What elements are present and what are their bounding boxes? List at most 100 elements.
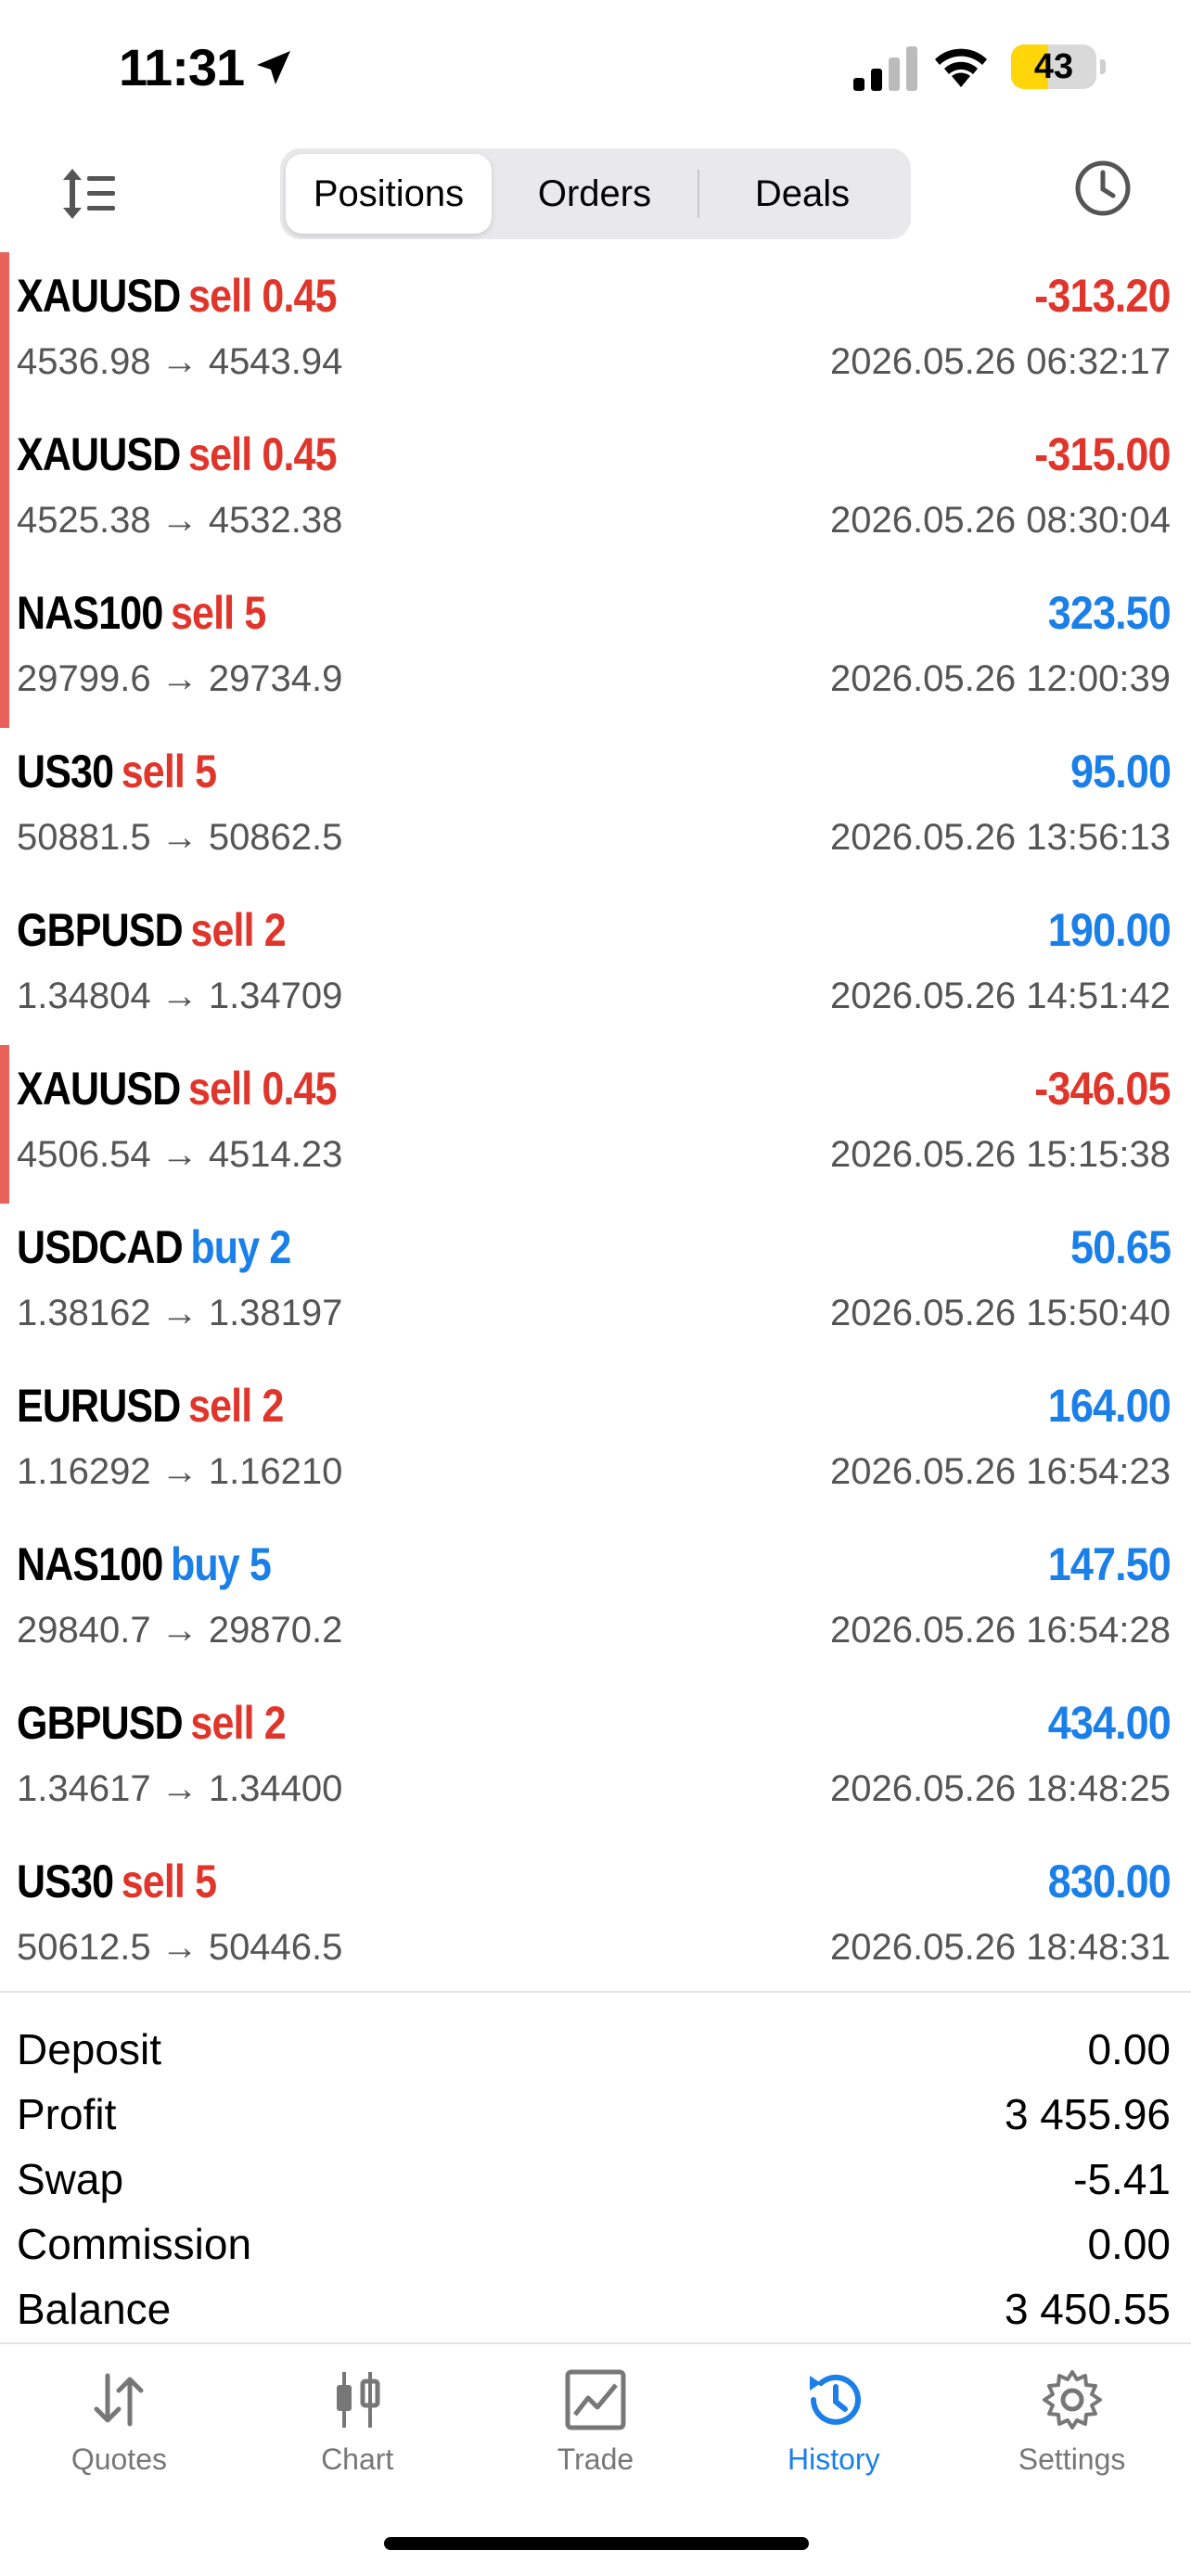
- tab-trade[interactable]: Trade: [477, 2346, 715, 2494]
- deal-side: sell 0.45: [188, 428, 337, 480]
- deal-prices: 1.34804 → 1.34709: [17, 976, 343, 1016]
- summary-label: Profit: [17, 2090, 117, 2138]
- status-time-text: 11:31: [119, 38, 245, 96]
- deal-date: 2026.05.26 08:30:04: [829, 500, 1171, 541]
- deal-row[interactable]: XAUUSD sell 0.45 4525.38 → 4532.38 -315.00 2…: [0, 411, 1191, 569]
- deal-row[interactable]: NAS100 sell 5 29799.6 → 29734.9 323.50 2026.…: [0, 569, 1191, 728]
- tab-history[interactable]: History: [714, 2346, 953, 2494]
- tab-positions[interactable]: Positions: [286, 154, 492, 234]
- deal-profit: -313.20: [1034, 270, 1172, 322]
- deal-date: 2026.05.26 14:51:42: [829, 976, 1171, 1016]
- summary-label: Commission: [17, 2220, 252, 2268]
- deal-date: 2026.05.26 18:48:25: [829, 1768, 1171, 1809]
- history-toolbar: Positions Orders Deals: [0, 139, 1191, 250]
- deal-symbol: NAS100 sell 5: [17, 586, 266, 640]
- symbol-name: XAUUSD: [17, 1063, 181, 1115]
- deal-row[interactable]: XAUUSD sell 0.45 4536.98 → 4543.94 -313.20 2…: [0, 252, 1191, 411]
- tab-history-label: History: [788, 2442, 880, 2476]
- deal-profit: 164.00: [1047, 1380, 1172, 1432]
- deal-profit: 190.00: [1047, 904, 1172, 956]
- deal-profit: -346.05: [1034, 1063, 1172, 1115]
- deal-row[interactable]: GBPUSD sell 2 1.34804 → 1.34709 190.00 2026.…: [0, 886, 1191, 1045]
- deal-row[interactable]: EURUSD sell 2 1.16292 → 1.16210 164.00 2026.…: [0, 1362, 1191, 1521]
- symbol-name: US30: [17, 746, 114, 797]
- battery-percent: 43: [1033, 47, 1074, 86]
- cellular-signal-icon: [853, 46, 917, 91]
- deal-row[interactable]: US30 sell 5 50881.5 → 50862.5 95.00 2026.05.…: [0, 728, 1191, 886]
- tab-orders[interactable]: Orders: [492, 154, 698, 234]
- summary-row-deposit: Deposit 0.00: [0, 2017, 1191, 2082]
- deal-prices: 29840.7 → 29870.2: [17, 1610, 343, 1651]
- deal-row[interactable]: XAUUSD sell 0.45 4506.54 → 4514.23 -346.05 2…: [0, 1045, 1191, 1204]
- tab-quotes[interactable]: Quotes: [0, 2346, 238, 2494]
- summary-panel: Deposit 0.00 Profit 3 455.96 Swap -5.41 Commis…: [0, 1991, 1191, 2341]
- symbol-name: NAS100: [17, 1538, 163, 1590]
- tab-chart-label: Chart: [321, 2442, 394, 2476]
- deal-profit: -315.00: [1034, 428, 1172, 480]
- deal-prices: 50612.5 → 50446.5: [17, 1927, 343, 1968]
- summary-value: -5.41: [1073, 2155, 1171, 2203]
- deal-side: sell 0.45: [188, 1063, 337, 1115]
- segmented-control: Positions Orders Deals: [280, 148, 911, 239]
- deal-symbol: GBPUSD sell 2: [17, 1696, 287, 1750]
- deal-profit: 830.00: [1047, 1855, 1172, 1907]
- deal-date: 2026.05.26 16:54:23: [829, 1451, 1171, 1492]
- bottom-tab-bar: Quotes Chart Trade History Settings: [0, 2346, 1191, 2494]
- summary-divider: [0, 2342, 1191, 2344]
- deal-row[interactable]: GBPUSD sell 2 1.34617 → 1.34400 434.00 2026.…: [0, 1679, 1191, 1838]
- tab-deals[interactable]: Deals: [699, 154, 905, 234]
- deal-profit: 147.50: [1047, 1538, 1172, 1590]
- clock-icon[interactable]: [1072, 158, 1133, 219]
- deal-date: 2026.05.26 15:50:40: [829, 1293, 1171, 1333]
- deal-date: 2026.05.26 18:48:31: [829, 1927, 1171, 1968]
- battery-nub: [1100, 59, 1106, 74]
- deal-symbol: EURUSD sell 2: [17, 1379, 284, 1433]
- status-time: 11:31: [119, 37, 296, 97]
- deal-date: 2026.05.26 12:00:39: [829, 658, 1171, 699]
- deal-side: sell 5: [121, 1855, 217, 1907]
- deal-symbol: US30 sell 5: [17, 745, 217, 798]
- deal-date: 2026.05.26 13:56:13: [829, 817, 1171, 858]
- home-indicator[interactable]: [384, 2537, 809, 2550]
- battery-indicator: 43: [1011, 45, 1106, 89]
- summary-value: 0.00: [1087, 2025, 1171, 2073]
- quotes-icon: [94, 2373, 144, 2427]
- deal-symbol: NAS100 buy 5: [17, 1537, 272, 1591]
- deal-prices: 4525.38 → 4532.38: [17, 500, 343, 541]
- status-bar: 11:31 43: [0, 0, 1191, 139]
- loss-marker: [0, 252, 9, 411]
- trade-icon: [565, 2369, 626, 2430]
- deal-prices: 4506.54 → 4514.23: [17, 1134, 343, 1175]
- deal-prices: 50881.5 → 50862.5: [17, 817, 343, 858]
- deal-side: sell 2: [188, 1380, 284, 1432]
- deal-row[interactable]: US30 sell 5 50612.5 → 50446.5 830.00 2026.05…: [0, 1838, 1191, 1996]
- summary-label: Balance: [17, 2285, 172, 2333]
- wifi-icon: [935, 48, 987, 87]
- deal-symbol: GBPUSD sell 2: [17, 903, 287, 957]
- deal-symbol: XAUUSD sell 0.45: [17, 269, 338, 323]
- summary-value: 3 455.96: [1004, 2090, 1171, 2138]
- symbol-name: XAUUSD: [17, 428, 181, 480]
- deal-row[interactable]: USDCAD buy 2 1.38162 → 1.38197 50.65 2026.05…: [0, 1204, 1191, 1362]
- deal-side: sell 5: [170, 587, 266, 639]
- loss-marker: [0, 1045, 9, 1204]
- deal-symbol: US30 sell 5: [17, 1855, 217, 1908]
- tab-chart[interactable]: Chart: [238, 2346, 477, 2494]
- deal-prices: 1.16292 → 1.16210: [17, 1451, 343, 1492]
- deal-prices: 1.38162 → 1.38197: [17, 1293, 343, 1333]
- symbol-name: GBPUSD: [17, 904, 184, 956]
- deal-symbol: XAUUSD sell 0.45: [17, 427, 338, 481]
- summary-label: Swap: [17, 2155, 124, 2203]
- tab-trade-label: Trade: [557, 2442, 634, 2476]
- symbol-name: USDCAD: [17, 1221, 184, 1273]
- deal-row[interactable]: NAS100 buy 5 29840.7 → 29870.2 147.50 2026.0…: [0, 1521, 1191, 1679]
- deal-date: 2026.05.26 16:54:28: [829, 1610, 1171, 1651]
- deal-profit: 323.50: [1047, 587, 1172, 639]
- tab-settings-label: Settings: [1018, 2442, 1126, 2476]
- settings-icon: [1042, 2370, 1102, 2429]
- summary-value: 0.00: [1087, 2220, 1171, 2268]
- tab-settings[interactable]: Settings: [953, 2346, 1191, 2494]
- symbol-name: XAUUSD: [17, 270, 181, 322]
- summary-value: 3 450.55: [1004, 2285, 1171, 2333]
- sort-icon[interactable]: [58, 163, 119, 224]
